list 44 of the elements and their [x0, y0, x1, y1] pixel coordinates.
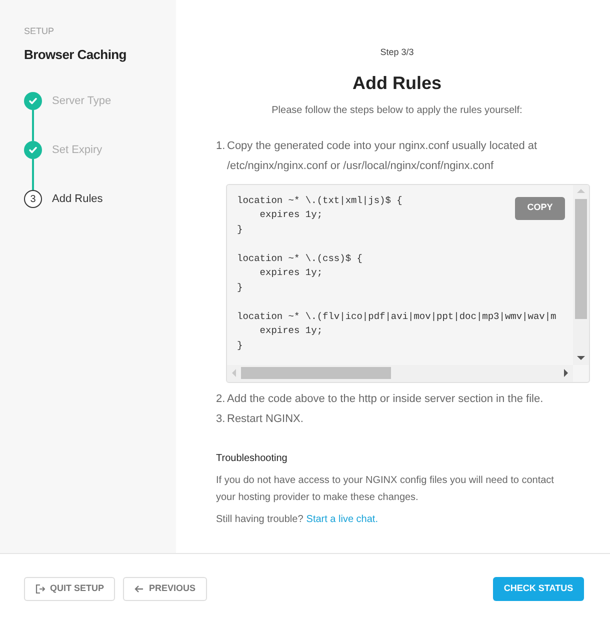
instruction-text: Restart NGINX. [227, 412, 304, 426]
horizontal-scrollbar[interactable] [227, 364, 573, 382]
scroll-down-icon[interactable] [577, 356, 585, 360]
page-title: Add Rules [351, 72, 442, 94]
quit-setup-button[interactable]: QUIT SETUP [24, 577, 116, 601]
code-line: } [237, 222, 243, 236]
list-number: 1. [216, 138, 226, 154]
step-label[interactable]: Set Expiry [52, 141, 102, 190]
code-line: location ~* \.(flv|ico|pdf|avi|mov|ppt|doc|mp3|wmv|wav|m [237, 310, 556, 324]
check-icon [28, 96, 38, 106]
help-prompt: Still having trouble? [216, 512, 304, 526]
step-label[interactable]: Server Type [52, 92, 112, 141]
code-line: } [237, 280, 243, 294]
help-text: If you do not have access to your NGINX config files you will need to contact your hosting provider to make these changes. [216, 474, 555, 504]
list-number: 3. [216, 412, 226, 426]
check-status-button[interactable]: CHECK STATUS [493, 577, 584, 601]
code-line: } [237, 338, 243, 352]
section-heading: Troubleshooting [216, 452, 288, 466]
page-subtitle: Please follow the steps below to apply the rules yourself: [270, 104, 524, 118]
scroll-left-icon[interactable] [232, 369, 236, 377]
step-number: 3 [24, 190, 42, 208]
check-icon [28, 145, 38, 155]
code-line: expires 1y; [258, 324, 323, 338]
scrollbar-thumb[interactable] [575, 198, 587, 318]
previous-button[interactable]: PREVIOUS [123, 577, 207, 601]
step-label[interactable]: Add Rules [52, 190, 103, 208]
list-number: 2. [216, 392, 226, 406]
exit-icon [35, 584, 45, 594]
instruction-text: Copy the generated code into your nginx.conf usually located at /etc/nginx/nginx.conf or /usr/local/nginx/conf/nginx.conf [227, 138, 538, 174]
code-line: location ~* \.(txt|xml|js)$ { [237, 194, 402, 208]
live-chat-link[interactable]: Start a live chat. [306, 512, 378, 526]
section-label: SETUP [24, 25, 56, 38]
code-line: expires 1y; [258, 208, 323, 222]
step-indicator: Step 3/3 [379, 46, 415, 59]
scroll-right-icon[interactable] [564, 369, 568, 377]
code-line: expires 1y; [258, 266, 323, 280]
instruction-text: Add the code above to the http or inside server section in the file. [227, 392, 544, 406]
scrollbar-thumb[interactable] [241, 367, 391, 379]
sidebar-title: Browser Caching [24, 46, 128, 64]
arrow-left-icon [134, 584, 144, 594]
code-line: location ~* \.(css)$ { [237, 252, 362, 266]
scroll-up-icon[interactable] [577, 188, 585, 192]
copy-button[interactable]: COPY [515, 196, 565, 220]
vertical-scrollbar[interactable] [573, 184, 589, 364]
